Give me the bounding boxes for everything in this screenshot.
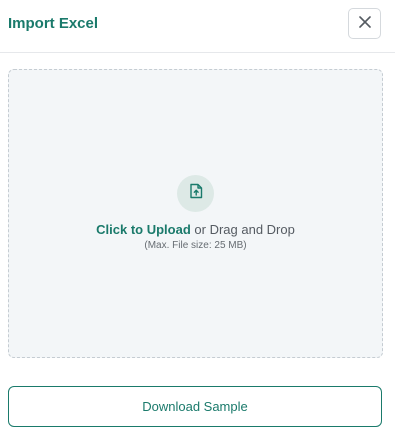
upload-instruction: Click to Upload or Drag and Drop [9,222,382,237]
dialog-header: Import Excel [0,0,395,53]
max-file-size-hint: (Max. File size: 25 MB) [144,240,247,251]
upload-icon-wrapper [177,175,214,212]
dialog-title: Import Excel [8,15,99,32]
import-excel-dialog: Import Excel Click to Upload or Drag and… [0,0,395,436]
close-icon [358,15,371,33]
click-to-upload-link[interactable]: Click to Upload [96,222,191,237]
file-dropzone[interactable]: Click to Upload or Drag and Drop (Max. F… [8,69,383,358]
close-button[interactable] [348,8,381,39]
drag-and-drop-text: or Drag and Drop [190,222,295,237]
download-sample-button[interactable]: Download Sample [8,386,382,427]
file-upload-icon [187,182,205,205]
